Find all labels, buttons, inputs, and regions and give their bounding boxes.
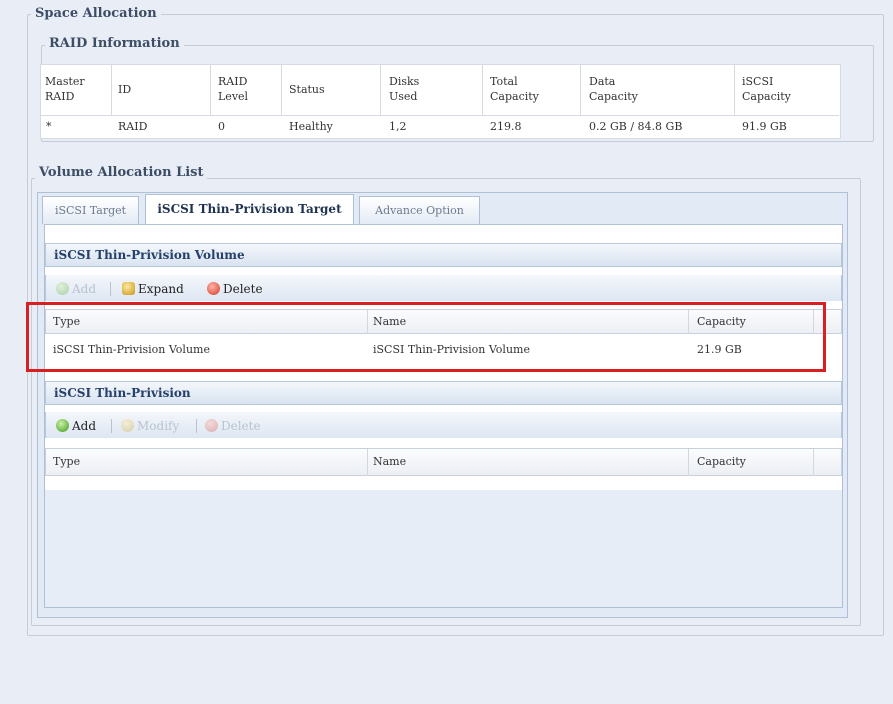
raid-header-level: RAID Level <box>218 75 249 103</box>
raid-col-sep <box>734 65 735 115</box>
thin-volume-panel-title: iSCSI Thin-Privision Volume <box>45 243 842 267</box>
modify-label: Modify <box>137 419 180 433</box>
raid-table-divider <box>41 115 839 116</box>
raid-information-legend: RAID Information <box>45 36 184 51</box>
toolbar-separator <box>111 419 112 433</box>
thin-target-col-capacity[interactable]: Capacity <box>697 455 746 468</box>
raid-row-data: 0.2 GB / 84.8 GB <box>589 120 683 133</box>
raid-col-sep <box>210 65 211 115</box>
thin-target-col-name[interactable]: Name <box>373 455 406 468</box>
expand-icon <box>122 282 135 295</box>
raid-row-disks: 1,2 <box>389 120 407 133</box>
add-icon <box>56 282 69 295</box>
raid-header-disks: Disks Used <box>389 75 420 103</box>
highlight-box <box>26 302 826 372</box>
thin-target-panel-title: iSCSI Thin-Privision <box>45 381 842 405</box>
expand-label: Expand <box>138 282 184 296</box>
raid-header-total: Total Capacity <box>490 75 539 103</box>
raid-col-sep <box>281 65 282 115</box>
add-label: Add <box>72 282 97 296</box>
thin-volume-add-button[interactable]: Add <box>56 281 96 297</box>
raid-header-iscsi: iSCSI Capacity <box>742 75 791 103</box>
col-sep <box>813 449 814 476</box>
delete-label: Delete <box>223 282 263 296</box>
raid-col-sep <box>482 65 483 115</box>
toolbar-separator <box>110 282 111 296</box>
thin-target-add-button[interactable]: Add <box>56 418 96 434</box>
toolbar-separator <box>196 419 197 433</box>
tab-iscsi-target[interactable]: iSCSI Target <box>42 196 139 224</box>
thin-target-modify-button[interactable]: Modify <box>121 418 179 434</box>
thin-target-empty-area <box>45 490 842 607</box>
raid-header-data: Data Capacity <box>589 75 638 103</box>
tab-advance-option[interactable]: Advance Option <box>359 196 480 224</box>
raid-row-total: 219.8 <box>490 120 522 133</box>
delete-icon <box>207 282 220 295</box>
raid-row-iscsi: 91.9 GB <box>742 120 787 133</box>
thin-volume-delete-button[interactable]: Delete <box>207 281 263 297</box>
add-label: Add <box>72 419 97 433</box>
thin-target-col-type[interactable]: Type <box>53 455 80 468</box>
raid-col-sep <box>580 65 581 115</box>
raid-col-sep <box>380 65 381 115</box>
col-sep <box>688 449 689 476</box>
tab-iscsi-thin-privision-target[interactable]: iSCSI Thin-Privision Target <box>145 194 354 224</box>
raid-col-sep <box>111 65 112 115</box>
raid-row-level: 0 <box>218 120 225 133</box>
thin-volume-expand-button[interactable]: Expand <box>122 281 184 297</box>
volume-allocation-legend: Volume Allocation List <box>35 165 208 180</box>
delete-label: Delete <box>221 419 261 433</box>
col-sep <box>367 449 368 476</box>
raid-row-id: RAID <box>118 120 148 133</box>
raid-row-status: Healthy <box>289 120 333 133</box>
raid-table <box>40 64 841 139</box>
space-allocation-legend: Space Allocation <box>31 6 161 21</box>
modify-icon <box>121 419 134 432</box>
thin-target-grid-body <box>45 476 842 490</box>
thin-target-delete-button[interactable]: Delete <box>205 418 261 434</box>
raid-header-status: Status <box>289 83 325 96</box>
raid-row-master: * <box>46 120 52 133</box>
delete-icon <box>205 419 218 432</box>
raid-header-master: Master RAID <box>45 75 85 103</box>
raid-header-id: ID <box>118 83 132 96</box>
add-icon <box>56 419 69 432</box>
